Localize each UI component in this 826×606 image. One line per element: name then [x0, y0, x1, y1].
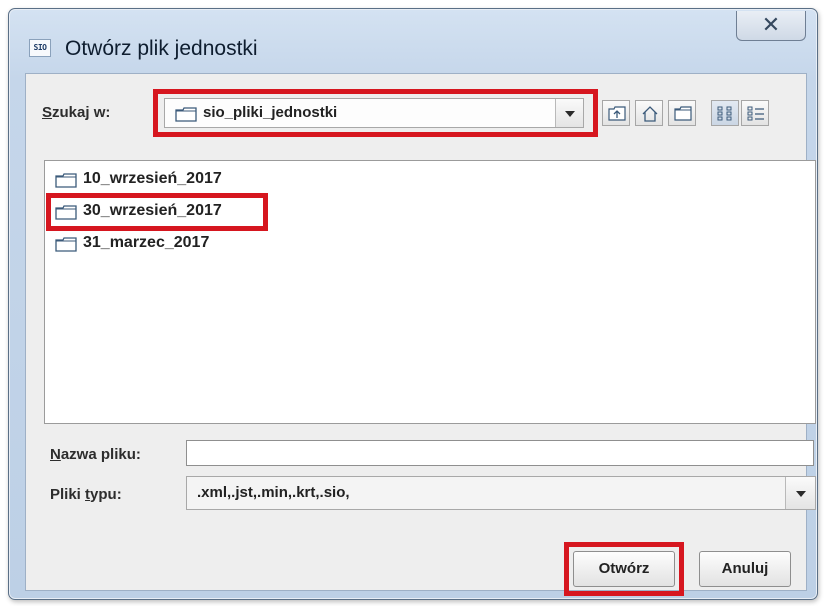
details-view-button[interactable]	[741, 100, 769, 126]
lookin-combo[interactable]: sio_pliki_jednostki	[164, 98, 584, 128]
open-file-dialog: SIO Otwórz plik jednostki ✕ Szukaj w: si…	[8, 8, 818, 600]
close-icon: ✕	[761, 12, 781, 37]
home-icon	[642, 106, 658, 122]
home-button[interactable]	[635, 100, 663, 126]
folder-icon	[55, 173, 77, 188]
folder-icon	[175, 107, 197, 122]
cancel-button[interactable]: Anuluj	[699, 551, 791, 587]
up-folder-button[interactable]	[602, 100, 630, 126]
open-button[interactable]: Otwórz	[573, 551, 675, 587]
dialog-body: Szukaj w: sio_pliki_jednostki 10_wrzesie…	[25, 73, 816, 596]
folder-icon	[55, 205, 77, 220]
new-folder-icon	[674, 106, 692, 121]
app-icon: SIO	[29, 39, 51, 57]
dialog-title: Otwórz plik jednostki	[65, 37, 258, 60]
file-name: 31_marzec_2017	[83, 234, 210, 251]
file-name: 30_wrzesień_2017	[83, 202, 222, 219]
chevron-down-icon[interactable]	[555, 99, 583, 127]
folder-icon	[55, 237, 77, 252]
file-name: 10_wrzesień_2017	[83, 170, 222, 187]
filename-field[interactable]	[186, 440, 814, 466]
details-view-icon	[747, 106, 764, 121]
filetype-label: Pliki typu:	[50, 486, 122, 503]
chevron-down-icon[interactable]	[785, 477, 815, 509]
filetype-value: .xml,.jst,.min,.krt,.sio,	[197, 484, 350, 501]
new-folder-button[interactable]	[668, 100, 696, 126]
file-list[interactable]: 10_wrzesień_2017 30_wrzesień_2017 31_mar…	[44, 160, 816, 424]
up-folder-icon	[608, 106, 626, 121]
list-view-button[interactable]	[711, 100, 739, 126]
list-view-icon	[717, 106, 732, 121]
filename-label: Nazwa pliku:	[50, 446, 141, 463]
lookin-label: Szukaj w:	[42, 104, 111, 121]
title-bar[interactable]: SIO Otwórz plik jednostki ✕	[9, 9, 817, 73]
lookin-value: sio_pliki_jednostki	[203, 104, 338, 121]
close-button[interactable]: ✕	[736, 11, 806, 41]
filetype-select[interactable]: .xml,.jst,.min,.krt,.sio,	[186, 476, 816, 510]
